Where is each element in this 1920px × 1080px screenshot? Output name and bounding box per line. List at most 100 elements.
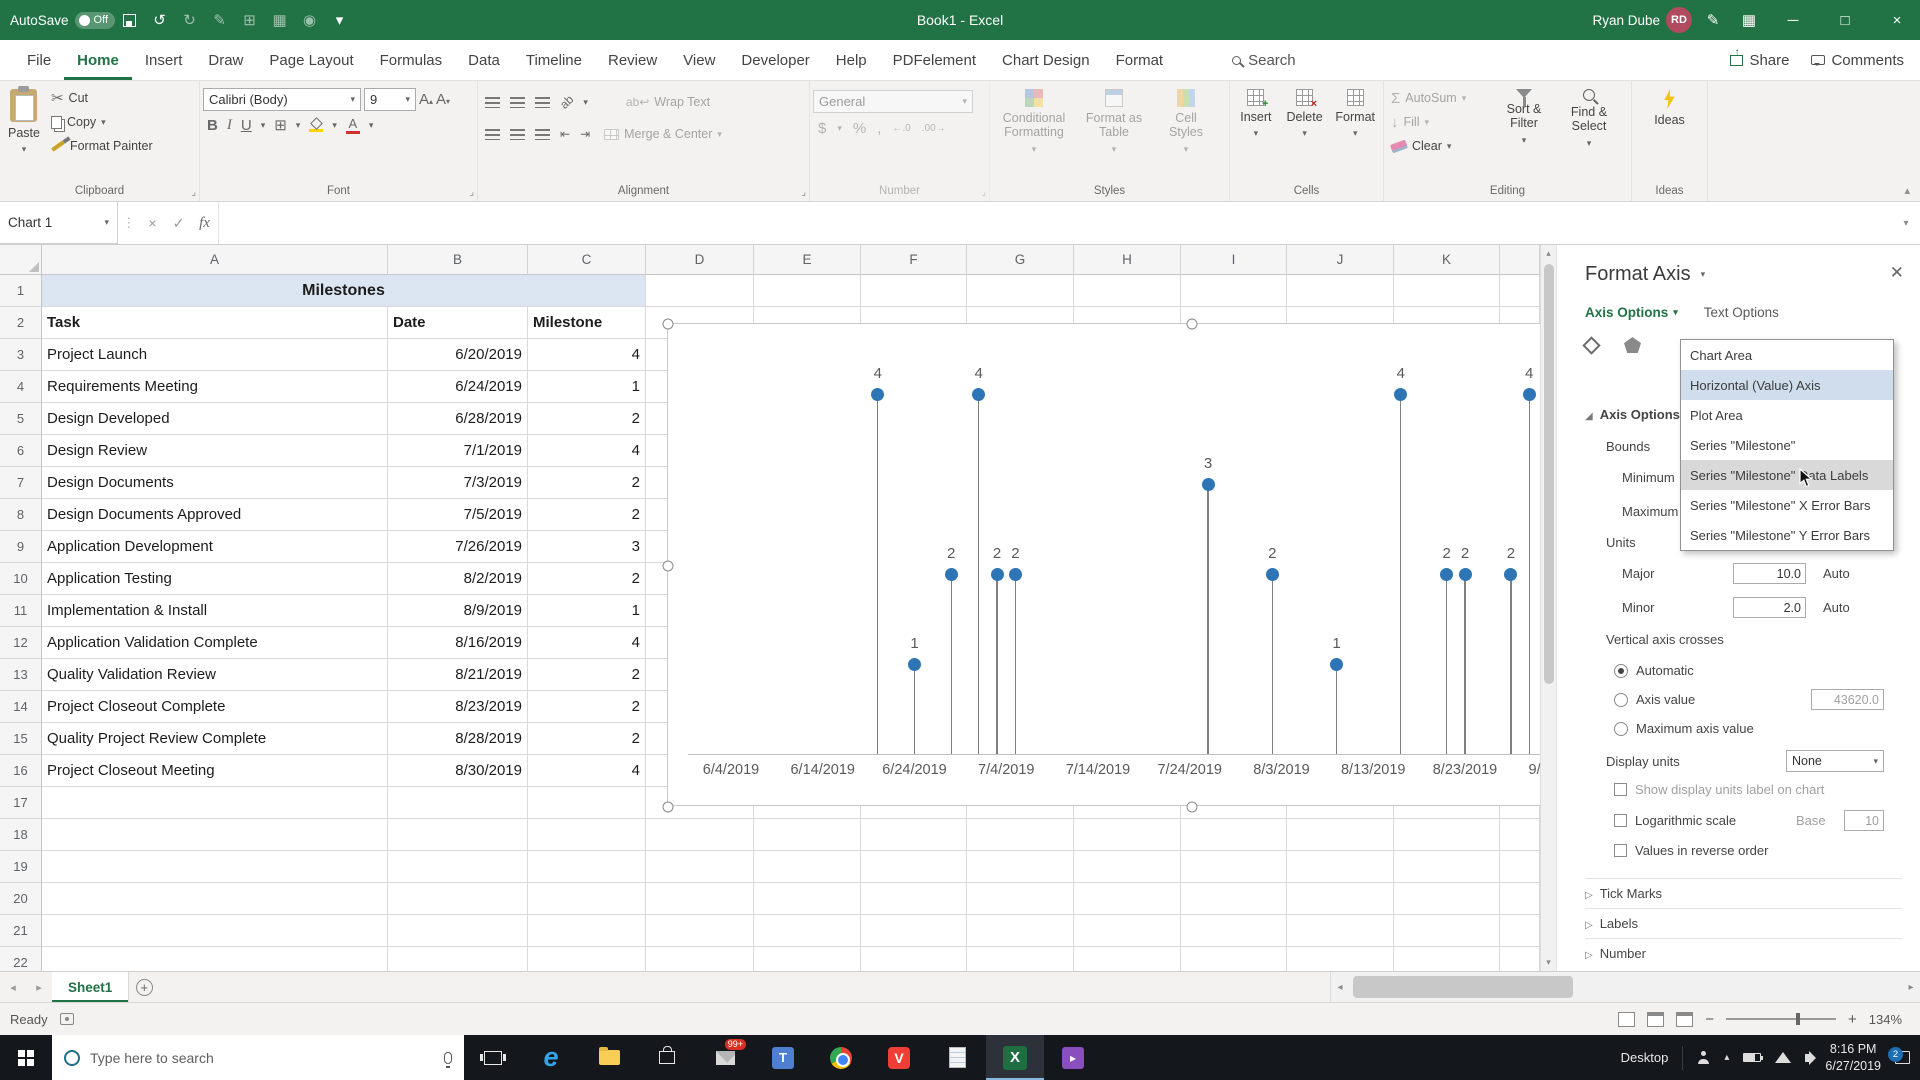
tab-file[interactable]: File — [14, 40, 64, 80]
cell[interactable]: Application Validation Complete — [42, 627, 388, 659]
cell[interactable] — [861, 851, 967, 883]
battery-icon[interactable] — [1743, 1053, 1764, 1062]
copy-button[interactable]: Copy ▾ — [47, 110, 157, 134]
cell[interactable]: Design Review — [42, 435, 388, 467]
clear-button[interactable]: Clear ▾ — [1387, 134, 1491, 158]
minor-units-input[interactable]: 2.0 — [1733, 597, 1806, 618]
insert-cells-button[interactable]: + Insert ▾ — [1233, 84, 1279, 176]
cell[interactable] — [388, 947, 528, 971]
tab-chart-design[interactable]: Chart Design — [989, 40, 1103, 80]
currency-icon[interactable]: $ — [818, 121, 826, 136]
cell[interactable]: 8/30/2019 — [388, 755, 528, 787]
cell[interactable]: 8/2/2019 — [388, 563, 528, 595]
tab-text-options[interactable]: Text Options — [1704, 305, 1779, 320]
dropdown-item-1[interactable]: Horizontal (Value) Axis — [1681, 370, 1893, 400]
column-header-j[interactable]: J — [1287, 245, 1394, 275]
cell[interactable] — [388, 787, 528, 819]
selection-handle[interactable] — [662, 801, 674, 813]
italic-icon[interactable]: I — [227, 118, 232, 133]
cell[interactable] — [42, 819, 388, 851]
cell[interactable]: Implementation & Install — [42, 595, 388, 627]
cell[interactable] — [1074, 275, 1181, 307]
cut-button[interactable]: ✂ Cut — [47, 86, 157, 110]
cell[interactable] — [1394, 275, 1500, 307]
grow-font-icon[interactable]: A▴ — [419, 92, 433, 107]
cell[interactable] — [861, 915, 967, 947]
cell[interactable]: 8/23/2019 — [388, 691, 528, 723]
number-dialog-launcher[interactable]: ⌟ — [981, 187, 986, 198]
cell[interactable] — [42, 915, 388, 947]
milestone-chart[interactable]: 4 1 2 4 2 2 3 2 1 4 2 2 2 4 6/4/2019 6/14/2019 6/24/2019… — [662, 318, 1540, 813]
network-icon[interactable] — [1775, 1052, 1792, 1063]
selection-handle[interactable] — [662, 318, 674, 330]
page-layout-view-icon[interactable] — [1647, 1011, 1665, 1027]
cell[interactable] — [528, 787, 646, 819]
radio-axis-value[interactable]: Axis value — [1614, 692, 1695, 707]
chart-point[interactable] — [1504, 567, 1518, 581]
normal-view-icon[interactable] — [1618, 1011, 1636, 1027]
select-all-corner[interactable] — [0, 245, 42, 275]
row-header-8[interactable]: 8 — [0, 499, 42, 531]
cell[interactable] — [42, 851, 388, 883]
chart-point[interactable] — [1458, 567, 1472, 581]
cell[interactable] — [388, 851, 528, 883]
row-header-2[interactable]: 2 — [0, 307, 42, 339]
delete-cells-button[interactable]: × Delete ▾ — [1281, 84, 1329, 176]
selection-handle[interactable] — [662, 560, 674, 571]
cell[interactable] — [754, 275, 861, 307]
radio-automatic[interactable]: Automatic — [1614, 663, 1694, 678]
cell-a1-milestones-title[interactable]: Milestones — [42, 275, 646, 307]
selection-handle[interactable] — [1186, 801, 1198, 813]
cell[interactable] — [388, 883, 528, 915]
log-base-input[interactable]: 10 — [1844, 810, 1884, 831]
cell[interactable] — [1394, 819, 1500, 851]
cell[interactable] — [42, 947, 388, 971]
minimize-button[interactable]: ─ — [1770, 0, 1816, 40]
row-header-9[interactable]: 9 — [0, 531, 42, 563]
pane-menu-icon[interactable]: ▾ — [1701, 269, 1706, 280]
cell[interactable]: 4 — [528, 755, 646, 787]
cell[interactable]: 7/5/2019 — [388, 499, 528, 531]
tray-expand-icon[interactable]: ▴ — [1724, 1052, 1729, 1063]
cell[interactable] — [646, 275, 754, 307]
cell[interactable] — [1287, 275, 1394, 307]
chart-point[interactable] — [1008, 567, 1022, 581]
fill-line-icon[interactable] — [1582, 335, 1601, 355]
cell[interactable]: Application Testing — [42, 563, 388, 595]
row-header-10[interactable]: 10 — [0, 563, 42, 595]
cell[interactable]: 6/24/2019 — [388, 371, 528, 403]
table-icon[interactable]: ⊞ — [235, 6, 265, 34]
page-break-view-icon[interactable] — [1676, 1011, 1694, 1027]
cell[interactable]: 8/28/2019 — [388, 723, 528, 755]
chart-point[interactable] — [1522, 387, 1536, 401]
section-number[interactable]: ▷ Number — [1585, 938, 1902, 961]
cell[interactable] — [754, 915, 861, 947]
cell[interactable] — [1074, 883, 1181, 915]
font-name-select[interactable]: Calibri (Body) ▾ — [203, 88, 361, 111]
search-box[interactable]: Search — [1232, 52, 1296, 69]
align-left-icon[interactable] — [485, 128, 500, 140]
dropdown-item-4[interactable]: Series "Milestone" Data Labels — [1681, 460, 1893, 490]
cell[interactable] — [528, 851, 646, 883]
draw-icon[interactable]: ✎ — [1698, 6, 1728, 34]
cell[interactable] — [1394, 915, 1500, 947]
cell[interactable] — [1074, 819, 1181, 851]
conditional-formatting-button[interactable]: Conditional Formatting ▾ — [993, 84, 1075, 176]
cell[interactable]: 2 — [528, 403, 646, 435]
cell[interactable]: 3 — [528, 531, 646, 563]
fill-color-icon[interactable] — [309, 117, 324, 132]
cell[interactable] — [388, 915, 528, 947]
chart-point[interactable] — [908, 657, 921, 671]
shrink-font-icon[interactable]: A▾ — [436, 92, 450, 107]
cell[interactable]: 6/20/2019 — [388, 339, 528, 371]
formula-input[interactable] — [217, 202, 1893, 244]
cell[interactable] — [754, 947, 861, 971]
column-header-h[interactable]: H — [1074, 245, 1181, 275]
chart-point[interactable] — [1265, 567, 1279, 581]
action-center-icon[interactable]: 2 — [1888, 1047, 1910, 1064]
row-header-21[interactable]: 21 — [0, 915, 42, 947]
vivaldi-taskbar-icon[interactable]: V — [870, 1035, 928, 1080]
cell[interactable] — [528, 947, 646, 971]
selection-handle[interactable] — [1186, 318, 1198, 330]
find-select-button[interactable]: Find & Select ▾ — [1557, 84, 1621, 176]
